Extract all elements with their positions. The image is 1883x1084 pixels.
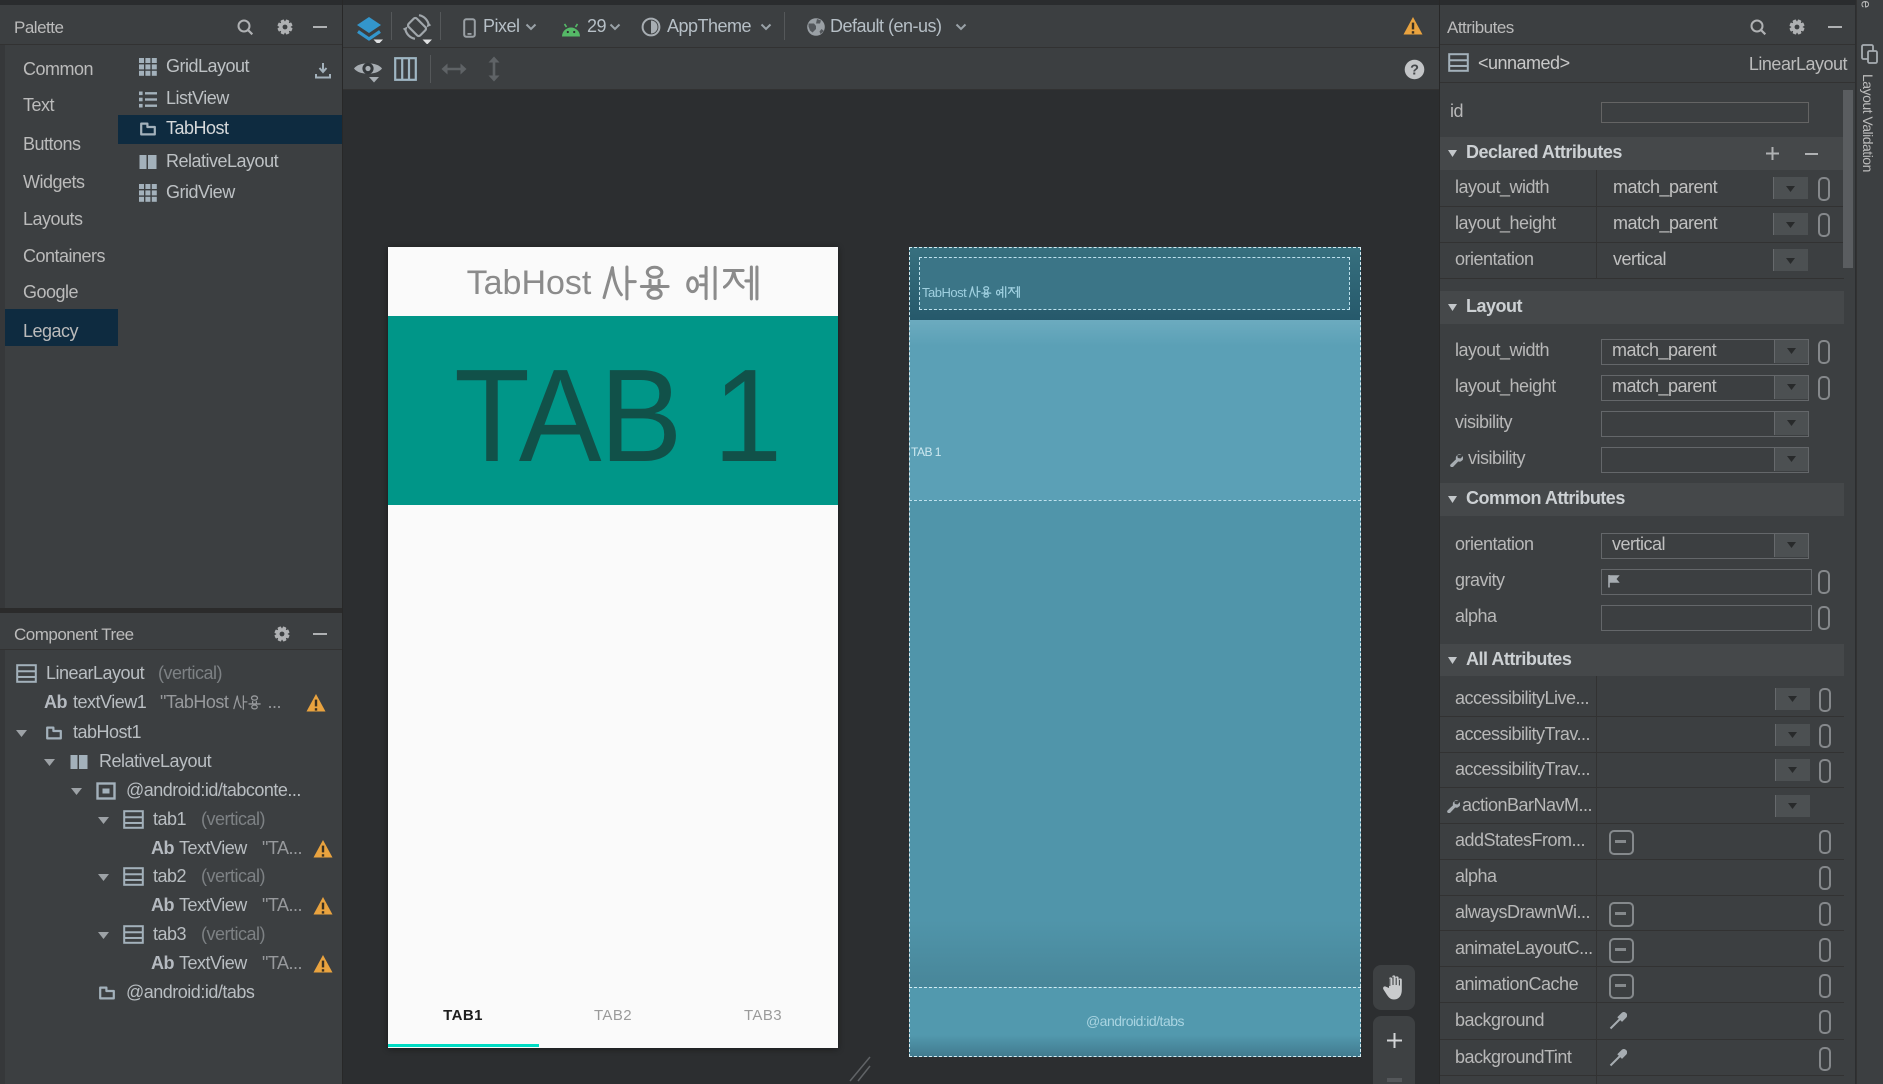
svg-text:?: ? — [1410, 63, 1419, 79]
